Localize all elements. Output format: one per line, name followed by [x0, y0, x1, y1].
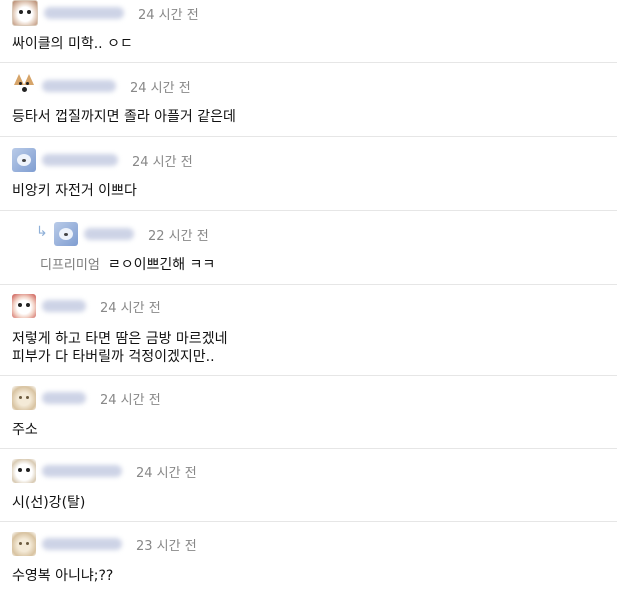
comment-text: 등타서 껍질까지면 졸라 아플거 같은데	[12, 109, 236, 125]
tan-dog-avatar-icon[interactable]	[12, 532, 36, 556]
blurred-nickname[interactable]	[42, 154, 118, 166]
blurred-nickname[interactable]	[84, 228, 134, 240]
puppy-avatar-icon[interactable]	[12, 459, 36, 483]
reply-arrow-icon: ↳	[36, 224, 48, 240]
fox-avatar-icon[interactable]	[12, 74, 36, 98]
comment-item: 24 시간 전 저렇게 하고 타면 땀은 금방 마르겠네 피부가 다 타버릴까 …	[0, 285, 617, 376]
tan-dog-avatar-icon[interactable]	[12, 386, 36, 410]
blurred-nickname[interactable]	[42, 538, 122, 550]
comment-text: 저렇게 하고 타면 땀은 금방 마르겠네 피부가 다 타버릴까 걱정이겠지만..	[12, 330, 227, 366]
timestamp: 24 시간 전	[138, 7, 199, 23]
comment-text: 비앙키 자전거 이쁘다	[12, 183, 137, 199]
blue-avatar-icon[interactable]	[54, 222, 78, 246]
comment-item: 24 시간 전 등타서 껍질까지면 졸라 아플거 같은데	[0, 63, 617, 137]
timestamp: 24 시간 전	[132, 154, 193, 170]
comment-text: 시(선)강(탈)	[12, 495, 86, 511]
timestamp: 24 시간 전	[136, 465, 197, 481]
comment-item: 23 시간 전 수영복 아니냐;??	[0, 522, 617, 594]
blurred-nickname[interactable]	[42, 465, 122, 477]
blurred-nickname[interactable]	[44, 7, 124, 19]
red-dog-avatar-icon[interactable]	[12, 294, 36, 318]
dog-avatar-icon[interactable]	[12, 0, 38, 26]
timestamp: 24 시간 전	[100, 300, 161, 316]
comment-text: 싸이클의 미학.. ㅇㄷ	[12, 36, 133, 52]
reply-item: ↳ 22 시간 전 디프리미엄 ㄹㅇ이쁘긴해 ㅋㅋ	[0, 211, 617, 285]
comment-text: 수영복 아니냐;??	[12, 568, 114, 584]
timestamp: 22 시간 전	[148, 228, 209, 244]
comment-item: 24 시간 전 비앙키 자전거 이쁘다	[0, 137, 617, 211]
comment-text-line: 저렇게 하고 타면 땀은 금방 마르겠네	[12, 331, 228, 347]
comment-item: 24 시간 전 주소	[0, 376, 617, 449]
blurred-nickname[interactable]	[42, 392, 86, 404]
blurred-nickname[interactable]	[42, 300, 86, 312]
comment-text: ㄹㅇ이쁘긴해 ㅋㅋ	[107, 257, 216, 273]
reply-mention[interactable]: 디프리미엄	[40, 258, 100, 273]
blue-avatar-icon[interactable]	[12, 148, 36, 172]
comment-item: 24 시간 전 시(선)강(탈)	[0, 449, 617, 522]
timestamp: 24 시간 전	[130, 80, 191, 96]
timestamp: 24 시간 전	[100, 392, 161, 408]
blurred-nickname[interactable]	[42, 80, 116, 92]
comment-item: 24 시간 전 싸이클의 미학.. ㅇㄷ	[0, 0, 617, 63]
reply-body: 디프리미엄 ㄹㅇ이쁘긴해 ㅋㅋ	[40, 256, 215, 275]
comment-text: 주소	[12, 422, 38, 438]
timestamp: 23 시간 전	[136, 538, 197, 554]
comment-text-line: 피부가 다 타버릴까 걱정이겠지만..	[12, 349, 215, 365]
